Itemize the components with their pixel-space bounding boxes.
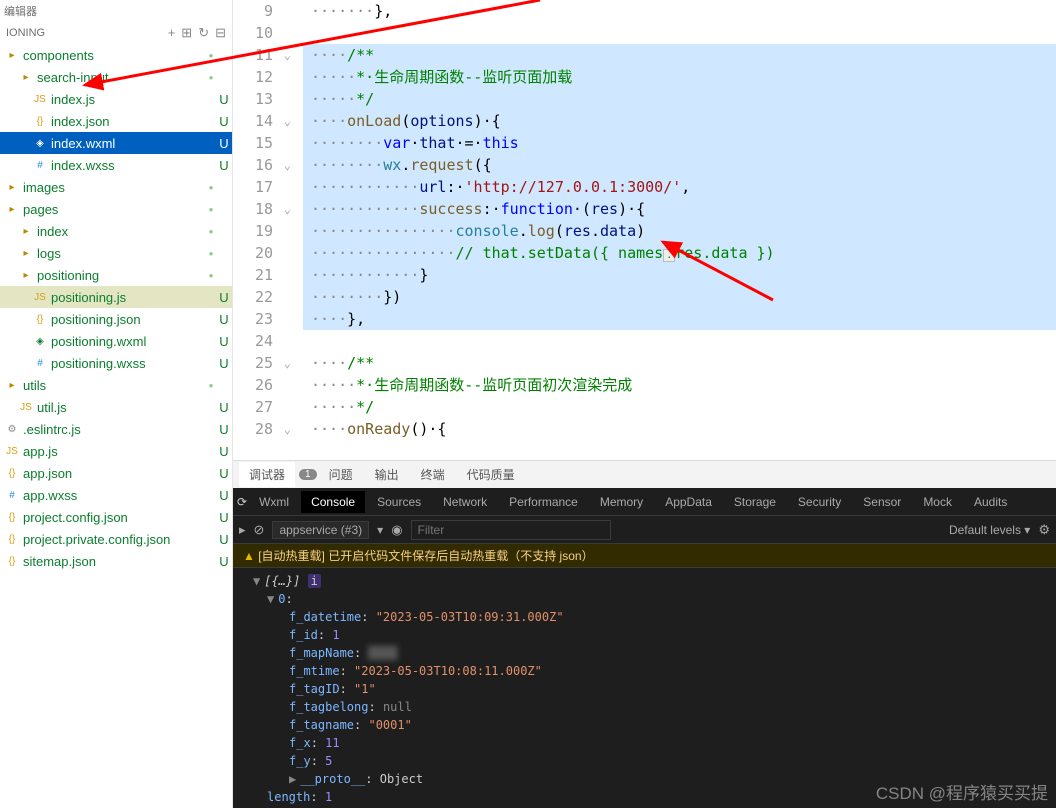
file-index.wxml[interactable]: ◈index.wxmlU <box>0 132 232 154</box>
file-search-input[interactable]: ▸search-input● <box>0 66 232 88</box>
sidebar-section[interactable]: IONING + ⊞ ↻ ⊟ <box>0 22 232 44</box>
levels-selector[interactable]: Default levels ▾ <box>949 523 1030 537</box>
file-icon: ▸ <box>4 204 20 215</box>
new-folder-icon[interactable]: ⊞ <box>181 25 192 41</box>
devtab-network[interactable]: Network <box>433 491 497 513</box>
file-positioning.js[interactable]: JSpositioning.jsU <box>0 286 232 308</box>
devtools-tabs: ⟳ WxmlConsoleSourcesNetworkPerformanceMe… <box>233 488 1056 516</box>
file-pages[interactable]: ▸pages● <box>0 198 232 220</box>
inspect-icon[interactable]: ⟳ <box>237 495 247 509</box>
file-icon: JS <box>32 292 48 303</box>
file-app.js[interactable]: JSapp.jsU <box>0 440 232 462</box>
file-icon: ◈ <box>32 336 48 347</box>
debug-badge: 1 <box>299 469 317 480</box>
file-util.js[interactable]: JSutil.jsU <box>0 396 232 418</box>
file-index.js[interactable]: JSindex.jsU <box>0 88 232 110</box>
file-positioning.wxss[interactable]: #positioning.wxssU <box>0 352 232 374</box>
devtab-appdata[interactable]: AppData <box>655 491 722 513</box>
debug-tabs: 调试器 1 问题 输出 终端 代码质量 <box>233 460 1056 488</box>
file-app.json[interactable]: {}app.jsonU <box>0 462 232 484</box>
file-icon: ▸ <box>18 248 34 259</box>
code-editor[interactable]: 910111213141516171819202122232425262728 … <box>233 0 1056 460</box>
file-logs[interactable]: ▸logs● <box>0 242 232 264</box>
context-selector[interactable]: appservice (#3) <box>272 521 369 539</box>
file-icon: ▸ <box>4 182 20 193</box>
eye-icon[interactable]: ◉ <box>391 522 402 538</box>
file-explorer: 编辑器 IONING + ⊞ ↻ ⊟ ▸components●▸search-i… <box>0 0 233 808</box>
file-icon: {} <box>4 468 20 479</box>
console-toolbar: ▸ ⊘ appservice (#3) ▾ ◉ Default levels ▾… <box>233 516 1056 544</box>
devtab-sources[interactable]: Sources <box>367 491 431 513</box>
file-icon: ▸ <box>4 50 20 61</box>
console-warning: [自动热重载] 已开启代码文件保存后自动热重载（不支持 json） <box>233 544 1056 568</box>
file-positioning[interactable]: ▸positioning● <box>0 264 232 286</box>
file-.eslintrc.js[interactable]: ⚙.eslintrc.jsU <box>0 418 232 440</box>
file-icon: ◈ <box>32 138 48 149</box>
tab-debugger[interactable]: 调试器 <box>239 462 295 487</box>
devtab-mock[interactable]: Mock <box>913 491 962 513</box>
file-icon: {} <box>4 534 20 545</box>
file-icon: ▸ <box>18 270 34 281</box>
devtab-audits[interactable]: Audits <box>964 491 1017 513</box>
file-icon: ▸ <box>18 72 34 83</box>
file-icon: JS <box>18 402 34 413</box>
filter-input[interactable] <box>411 520 611 540</box>
devtools: ⟳ WxmlConsoleSourcesNetworkPerformanceMe… <box>233 488 1056 808</box>
new-file-icon[interactable]: + <box>168 25 176 41</box>
devtab-wxml[interactable]: Wxml <box>249 491 299 513</box>
file-icon: # <box>32 358 48 369</box>
file-index.json[interactable]: {}index.jsonU <box>0 110 232 132</box>
devtab-console[interactable]: Console <box>301 491 365 513</box>
clear-console-icon[interactable]: ⊘ <box>254 522 265 538</box>
file-icon: {} <box>32 116 48 127</box>
file-app.wxss[interactable]: #app.wxssU <box>0 484 232 506</box>
toggle-sidebar-icon[interactable]: ▸ <box>239 522 246 538</box>
file-images[interactable]: ▸images● <box>0 176 232 198</box>
file-icon: {} <box>4 512 20 523</box>
main-area: 910111213141516171819202122232425262728 … <box>233 0 1056 808</box>
devtab-storage[interactable]: Storage <box>724 491 786 513</box>
file-index[interactable]: ▸index● <box>0 220 232 242</box>
tab-problems[interactable]: 问题 <box>319 462 363 487</box>
file-icon: ▸ <box>4 380 20 391</box>
tab-output[interactable]: 输出 <box>365 462 409 487</box>
console-output[interactable]: ▼[{…}] i▼0:f_datetime: "2023-05-03T10:09… <box>233 568 1056 808</box>
file-tree: ▸components●▸search-input●JSindex.jsU{}i… <box>0 44 232 572</box>
devtab-sensor[interactable]: Sensor <box>853 491 911 513</box>
file-icon: JS <box>32 94 48 105</box>
file-index.wxss[interactable]: #index.wxssU <box>0 154 232 176</box>
file-icon: # <box>4 490 20 501</box>
tab-terminal[interactable]: 终端 <box>411 462 455 487</box>
tab-quality[interactable]: 代码质量 <box>457 462 525 487</box>
file-project.config.json[interactable]: {}project.config.jsonU <box>0 506 232 528</box>
file-icon: {} <box>4 556 20 567</box>
file-positioning.json[interactable]: {}positioning.jsonU <box>0 308 232 330</box>
settings-icon[interactable]: ⚙ <box>1038 522 1050 538</box>
file-positioning.wxml[interactable]: ◈positioning.wxmlU <box>0 330 232 352</box>
sidebar-header: 编辑器 <box>0 0 232 22</box>
devtab-performance[interactable]: Performance <box>499 491 588 513</box>
file-icon: ⚙ <box>4 424 20 435</box>
file-sitemap.json[interactable]: {}sitemap.jsonU <box>0 550 232 572</box>
devtab-security[interactable]: Security <box>788 491 851 513</box>
file-utils[interactable]: ▸utils● <box>0 374 232 396</box>
devtab-memory[interactable]: Memory <box>590 491 653 513</box>
file-components[interactable]: ▸components● <box>0 44 232 66</box>
collapse-icon[interactable]: ⊟ <box>215 25 226 41</box>
file-icon: JS <box>4 446 20 457</box>
refresh-icon[interactable]: ↻ <box>198 25 209 41</box>
file-icon: # <box>32 160 48 171</box>
file-project.private.config.json[interactable]: {}project.private.config.jsonU <box>0 528 232 550</box>
file-icon: ▸ <box>18 226 34 237</box>
file-icon: {} <box>32 314 48 325</box>
